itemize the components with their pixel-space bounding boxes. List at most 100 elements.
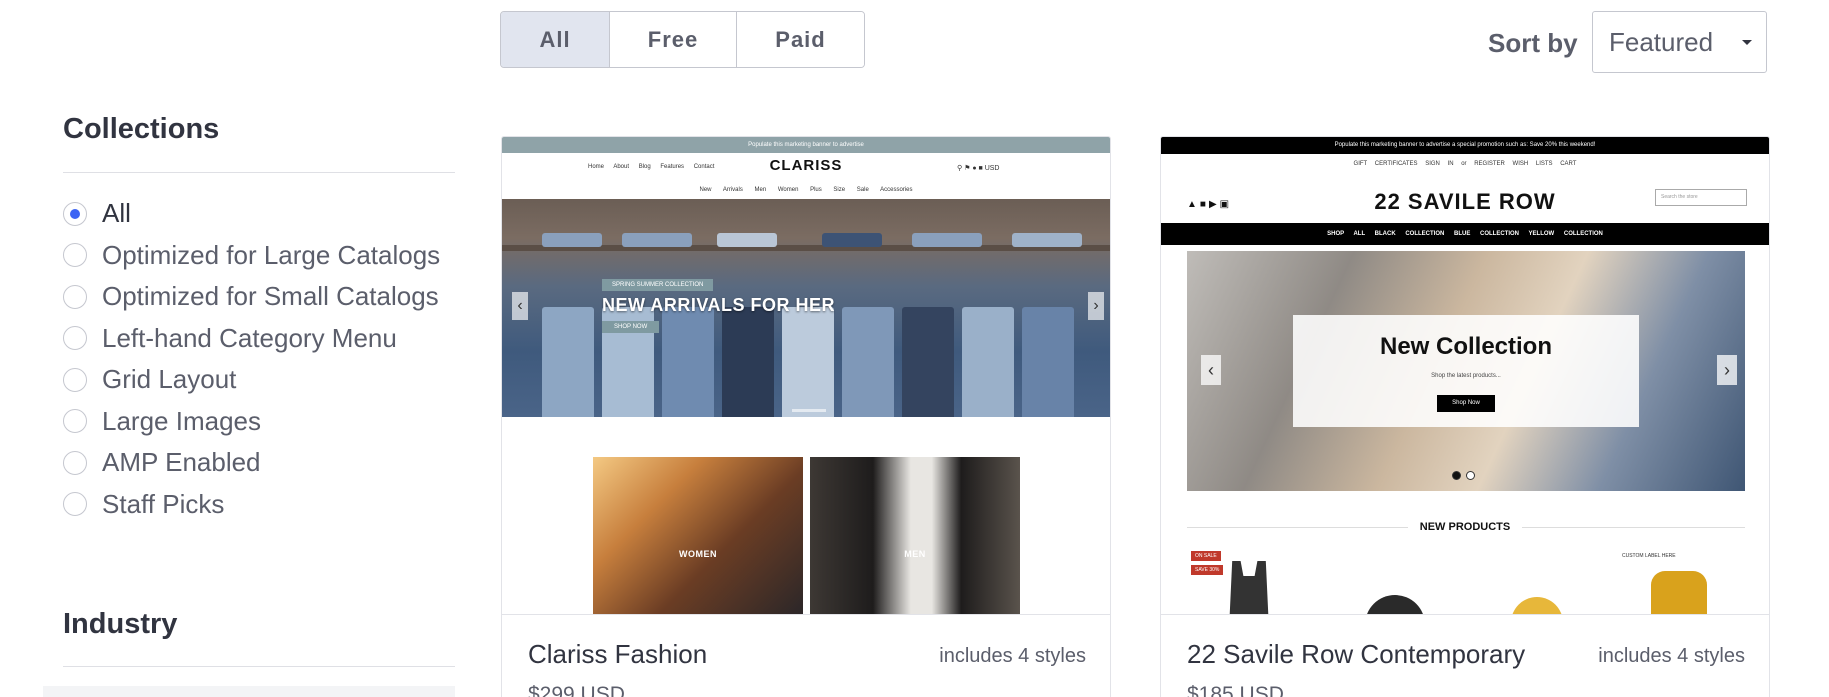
- theme-styles-count: includes 4 styles: [939, 645, 1086, 667]
- tab-paid[interactable]: Paid: [737, 12, 864, 67]
- collection-option-label: AMP Enabled: [102, 447, 261, 478]
- collection-option-label: Optimized for Small Catalogs: [102, 281, 439, 312]
- search-icon: ⚲: [957, 165, 963, 172]
- hanging-jeans: [1022, 307, 1074, 417]
- custom-label: CUSTOM LABEL HERE: [1622, 553, 1676, 559]
- hanging-jeans: [722, 307, 774, 417]
- collections-heading: Collections: [63, 113, 220, 145]
- preview-marketing-banner: Populate this marketing banner to advert…: [1161, 137, 1769, 154]
- section-title-text: NEW PRODUCTS: [1407, 521, 1523, 533]
- carousel-dot: [1452, 471, 1461, 480]
- preview-hero-cta: SHOP NOW: [602, 321, 660, 333]
- theme-price: $185 USD: [1187, 683, 1284, 697]
- folded-jeans: [912, 233, 982, 247]
- sort-label: Sort by: [1488, 28, 1578, 58]
- preview-marketing-banner: Populate this marketing banner to advert…: [502, 137, 1110, 153]
- theme-name[interactable]: 22 Savile Row Contemporary: [1187, 639, 1525, 670]
- tab-free[interactable]: Free: [610, 12, 737, 67]
- chevron-left-icon: ‹: [512, 292, 528, 320]
- hanging-jeans: [842, 307, 894, 417]
- preview-women-tile: WOMEN: [593, 457, 803, 614]
- product-shirt-image: [1511, 597, 1563, 614]
- radio-button[interactable]: [63, 201, 87, 226]
- preview-hero-title: New Collection: [1379, 333, 1553, 360]
- caret-down-icon: [1742, 40, 1752, 45]
- preview-hero: New Collection Shop the latest products.…: [1187, 251, 1745, 491]
- save-badge: SAVE 30%: [1191, 565, 1224, 575]
- collection-option-small-catalogs[interactable]: Optimized for Small Catalogs: [63, 276, 440, 318]
- theme-name[interactable]: Clariss Fashion: [528, 639, 707, 670]
- collection-option-left-hand-menu[interactable]: Left-hand Category Menu: [63, 318, 440, 360]
- sort-selected-value: Featured: [1609, 26, 1714, 57]
- chevron-right-icon: ›: [1717, 355, 1737, 385]
- folded-jeans: [622, 233, 692, 247]
- folded-jeans: [1012, 233, 1082, 247]
- tile-label: WOMEN: [679, 549, 717, 559]
- carousel-dot: [1466, 471, 1475, 480]
- hanging-jeans: [542, 307, 594, 417]
- hanging-jeans: [962, 307, 1014, 417]
- sale-badge: ON SALE: [1191, 551, 1221, 561]
- collection-option-grid-layout[interactable]: Grid Layout: [63, 359, 440, 401]
- collection-option-label: Large Images: [102, 405, 261, 436]
- theme-card-22-savile-row[interactable]: Populate this marketing banner to advert…: [1160, 136, 1770, 697]
- preview-hero-subtitle: Shop the latest products...: [1431, 373, 1501, 379]
- folded-jeans: [822, 233, 882, 247]
- preview-hero: SPRING SUMMER COLLECTION NEW ARRIVALS FO…: [502, 199, 1110, 417]
- flag-icon: ⚑: [964, 165, 971, 172]
- preview-section-title: NEW PRODUCTS: [1161, 521, 1769, 533]
- preview-search-box: Search the store: [1655, 189, 1747, 206]
- sort-select[interactable]: Featured: [1592, 11, 1767, 73]
- collection-option-amp-enabled[interactable]: AMP Enabled: [63, 442, 440, 484]
- collections-radio-list: All Optimized for Large Catalogs Optimiz…: [63, 193, 440, 525]
- product-blouse-image: [1651, 571, 1707, 614]
- product-jacket-image: [1365, 595, 1425, 614]
- radio-button[interactable]: [63, 409, 87, 434]
- tab-all[interactable]: All: [501, 12, 610, 67]
- carousel-dots: [792, 409, 826, 412]
- hanging-jeans: [902, 307, 954, 417]
- radio-button[interactable]: [63, 492, 87, 517]
- collection-option-label: Optimized for Large Catalogs: [102, 239, 441, 270]
- hanging-jeans: [662, 307, 714, 417]
- theme-card-footer: 22 Savile Row Contemporary includes 4 st…: [1161, 614, 1769, 697]
- currency-label: USD: [984, 165, 1000, 172]
- preview-hero-tag: SPRING SUMMER COLLECTION: [602, 279, 714, 291]
- collection-option-large-catalogs[interactable]: Optimized for Large Catalogs: [63, 235, 440, 277]
- collection-option-all[interactable]: All: [63, 193, 440, 235]
- theme-preview-image[interactable]: Populate this marketing banner to advert…: [502, 137, 1110, 614]
- collection-option-label: Grid Layout: [102, 364, 237, 395]
- radio-button[interactable]: [63, 367, 87, 392]
- preview-utility-links: GIFT CERTIFICATES SIGN IN or REGISTER WI…: [1353, 161, 1577, 167]
- product-dress-image: [1229, 561, 1269, 614]
- pricing-filter-tabs: All Free Paid: [500, 11, 865, 68]
- folded-jeans: [542, 233, 602, 247]
- radio-button[interactable]: [63, 450, 87, 475]
- preview-subnav: New Arrivals Men Women Plus Size Sale Ac…: [699, 187, 913, 193]
- preview-men-tile: MEN: [810, 457, 1020, 614]
- user-icon: ●: [972, 165, 977, 172]
- industry-heading: Industry: [63, 608, 178, 640]
- collection-option-label: Staff Picks: [102, 488, 225, 519]
- theme-preview-image[interactable]: Populate this marketing banner to advert…: [1161, 137, 1769, 614]
- preview-hero-headline: NEW ARRIVALS FOR HER: [602, 295, 835, 315]
- divider: [63, 666, 455, 667]
- chevron-right-icon: ›: [1088, 292, 1104, 320]
- theme-card-footer: Clariss Fashion includes 4 styles $299 U…: [502, 614, 1110, 697]
- collection-option-staff-picks[interactable]: Staff Picks: [63, 484, 440, 526]
- radio-button[interactable]: [63, 326, 87, 351]
- collection-option-label: All: [102, 198, 131, 229]
- radio-button[interactable]: [63, 243, 87, 268]
- divider: [63, 172, 455, 173]
- preview-nav: SHOP ALL BLACK COLLECTION BLUE COLLECTIO…: [1161, 223, 1769, 245]
- industry-options-panel: [43, 686, 455, 697]
- theme-styles-count: includes 4 styles: [1598, 645, 1745, 667]
- theme-price: $299 USD: [528, 683, 625, 697]
- radio-button[interactable]: [63, 284, 87, 309]
- preview-logo: CLARISS: [769, 157, 843, 174]
- folded-jeans: [717, 233, 777, 247]
- chevron-left-icon: ‹: [1201, 355, 1221, 385]
- bag-icon: ■: [978, 165, 983, 172]
- collection-option-large-images[interactable]: Large Images: [63, 401, 440, 443]
- theme-card-clariss[interactable]: Populate this marketing banner to advert…: [501, 136, 1111, 697]
